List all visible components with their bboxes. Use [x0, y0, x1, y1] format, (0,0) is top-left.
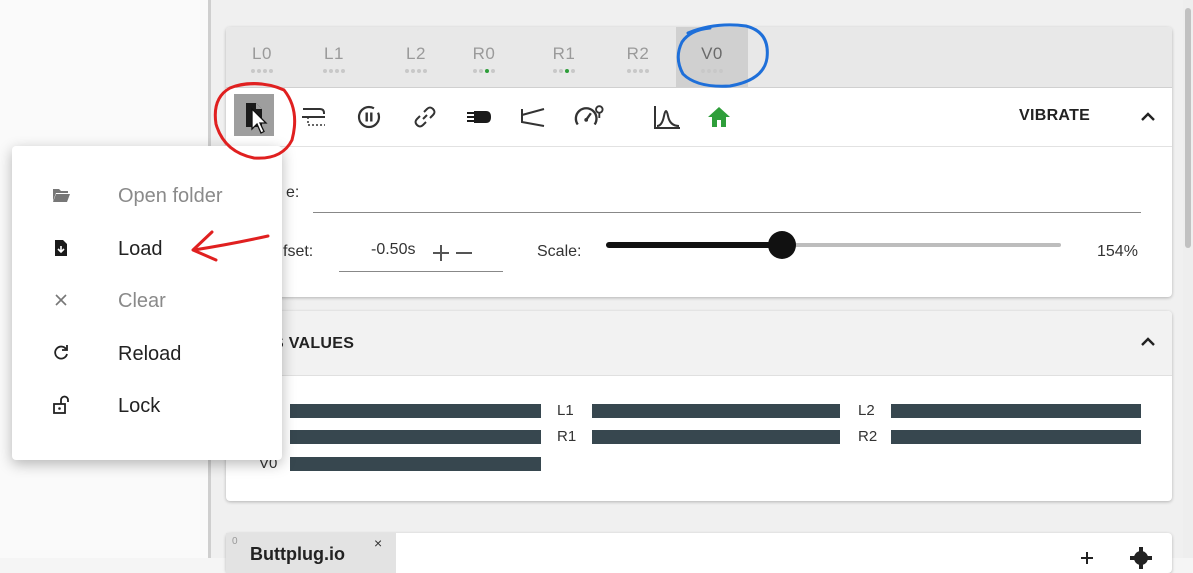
axis-toolbar: VIBRATE — [226, 88, 1172, 147]
tab-activity-dots — [226, 69, 298, 73]
speed-settings-button[interactable] — [574, 102, 604, 132]
tab-label: R1 — [552, 44, 576, 63]
scrollbar-thumb[interactable] — [1185, 8, 1191, 248]
lock-open-icon — [50, 394, 72, 416]
scale-slider-fill — [606, 242, 782, 248]
scale-label: Scale: — [537, 243, 582, 260]
close-icon — [50, 289, 72, 311]
tab-l0[interactable]: L0 — [226, 27, 298, 87]
stroke-range-button[interactable] — [518, 102, 548, 132]
axis-tab-bar: L0 L1 L2 R0 R1 R2 V0 — [226, 27, 1172, 88]
tab-number: 0 — [232, 536, 238, 547]
tab-activity-dots — [298, 69, 370, 73]
reload-icon — [50, 342, 72, 364]
offset-label: fset: — [283, 243, 314, 260]
pause-circle-icon — [357, 105, 381, 129]
pattern-button[interactable] — [299, 102, 329, 132]
axis-settings-card: L0 L1 L2 R0 R1 R2 V0 VIBRATE — [226, 27, 1172, 297]
menu-item-label: Lock — [118, 395, 161, 417]
menu-item-open-folder[interactable]: Open folder — [12, 170, 282, 222]
tab-label: L0 — [252, 44, 272, 63]
bar-label-r1: R1 — [557, 428, 577, 445]
motor-button[interactable] — [464, 102, 494, 132]
gear-icon[interactable] — [1130, 547, 1152, 569]
tab-activity-dots — [602, 69, 674, 73]
plus-icon[interactable] — [431, 243, 451, 263]
menu-item-label: Clear — [118, 290, 166, 312]
bar-label-l2: L2 — [858, 402, 875, 419]
offset-input-underline — [339, 271, 503, 272]
home-icon — [708, 107, 730, 127]
tab-r2[interactable]: R2 — [602, 27, 674, 87]
chevron-up-icon[interactable] — [1139, 333, 1157, 351]
tab-r1[interactable]: R1 — [528, 27, 600, 87]
file-menu: Open folder Load Clear Reload Lock — [12, 146, 282, 460]
tab-l1[interactable]: L1 — [298, 27, 370, 87]
tab-r0[interactable]: R0 — [448, 27, 520, 87]
menu-item-clear[interactable]: Clear — [12, 275, 282, 327]
scale-value: 154% — [1097, 243, 1138, 260]
menu-item-label: Open folder — [118, 185, 223, 207]
speed-settings-icon — [574, 105, 604, 126]
value-bar-r0 — [290, 430, 541, 444]
value-bar-r2 — [891, 430, 1141, 444]
offset-value[interactable]: -0.50s — [371, 241, 415, 259]
buttplug-card: 0 Buttplug.io × — [226, 533, 1172, 573]
file-download-icon — [50, 237, 72, 259]
tab-label: L1 — [324, 44, 344, 63]
tab-label: R0 — [472, 44, 496, 63]
value-bar-l1 — [592, 404, 840, 418]
link-icon — [414, 106, 436, 128]
pattern-icon — [302, 108, 325, 126]
folder-open-icon — [50, 184, 72, 206]
waveform-button[interactable] — [652, 102, 682, 132]
link-button[interactable] — [410, 102, 440, 132]
values-card-header[interactable]: S VALUES — [226, 311, 1172, 376]
add-icon[interactable] — [1080, 551, 1094, 565]
name-label: e: — [286, 184, 300, 201]
menu-item-label: Load — [118, 238, 163, 260]
bar-label-l1: L1 — [557, 402, 574, 419]
tab-activity-dots — [448, 69, 520, 73]
tab-v0[interactable]: V0 — [676, 27, 748, 87]
mode-label: VIBRATE — [1019, 107, 1091, 124]
tab-activity-dots — [528, 69, 600, 73]
menu-item-lock[interactable]: Lock — [12, 380, 282, 432]
value-bar-v0 — [290, 457, 541, 471]
tab-label: V0 — [701, 44, 723, 63]
tab-activity-dots — [676, 69, 748, 73]
close-icon[interactable]: × — [374, 535, 382, 551]
load-file-icon — [246, 103, 263, 127]
menu-item-load[interactable]: Load — [12, 223, 282, 275]
menu-item-label: Reload — [118, 343, 182, 365]
load-file-button[interactable] — [234, 94, 274, 136]
value-bar-l0 — [290, 404, 541, 418]
tab-label: R2 — [626, 44, 650, 63]
tab-activity-dots — [380, 69, 452, 73]
scale-slider-thumb[interactable] — [768, 231, 796, 259]
home-button[interactable] — [704, 102, 734, 132]
value-bar-r1 — [592, 430, 840, 444]
values-card-title: S VALUES — [273, 335, 355, 352]
stroke-range-icon — [521, 108, 545, 127]
tab-l2[interactable]: L2 — [380, 27, 452, 87]
pause-button[interactable] — [354, 102, 384, 132]
menu-item-reload[interactable]: Reload — [12, 328, 282, 380]
chevron-up-icon[interactable] — [1139, 108, 1157, 126]
motor-icon — [467, 111, 491, 123]
tab-label: L2 — [406, 44, 426, 63]
value-bar-l2 — [891, 404, 1141, 418]
waveform-icon — [654, 106, 680, 129]
name-input[interactable] — [313, 212, 1141, 213]
bar-label-r2: R2 — [858, 428, 878, 445]
minus-icon[interactable] — [454, 243, 474, 263]
tab-label: Buttplug.io — [250, 544, 345, 564]
tab-buttplug[interactable]: 0 Buttplug.io × — [226, 533, 396, 573]
